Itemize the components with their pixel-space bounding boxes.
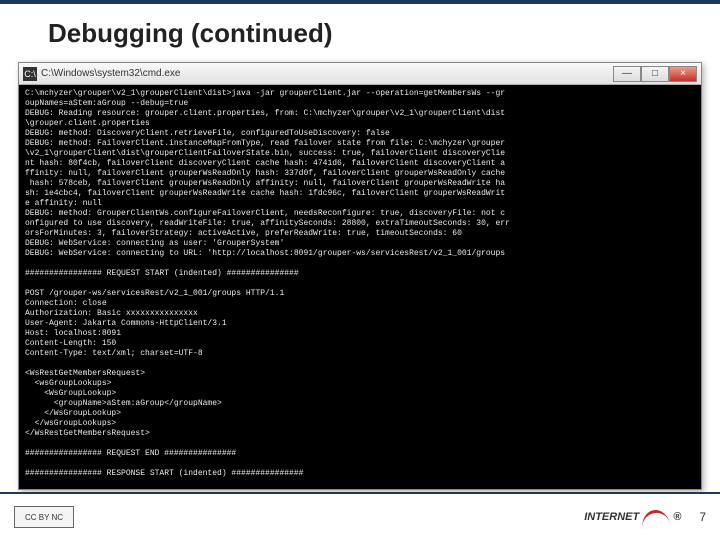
page-title: Debugging (continued)	[0, 4, 720, 59]
logo-registered: ®	[673, 511, 681, 523]
slide: Debugging (continued) C:\ C:\Windows\sys…	[0, 0, 720, 540]
cmd-icon: C:\	[23, 67, 37, 81]
window-title: C:\Windows\system32\cmd.exe	[41, 68, 181, 79]
cmd-window: C:\ C:\Windows\system32\cmd.exe — □ × C:…	[18, 62, 702, 490]
maximize-button[interactable]: □	[641, 66, 669, 82]
page-number: 7	[699, 510, 706, 524]
internet2-logo: INTERNET ®	[584, 502, 681, 532]
slide-footer: CC BY NC INTERNET ® 7	[0, 492, 720, 540]
cc-badge: CC BY NC	[14, 506, 74, 528]
window-buttons: — □ ×	[613, 66, 697, 82]
logo-swoosh-icon	[641, 502, 671, 532]
minimize-button[interactable]: —	[613, 66, 641, 82]
terminal-output[interactable]: C:\mchyzer\grouper\v2_1\grouperClient\di…	[19, 85, 701, 483]
window-titlebar[interactable]: C:\ C:\Windows\system32\cmd.exe — □ ×	[19, 63, 701, 85]
close-button[interactable]: ×	[669, 66, 697, 82]
logo-text: INTERNET	[584, 511, 639, 523]
